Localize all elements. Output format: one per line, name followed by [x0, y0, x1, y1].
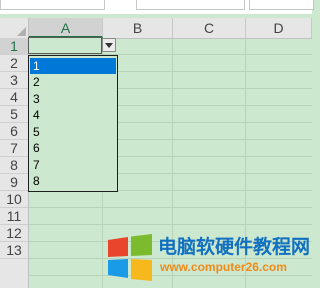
chevron-down-icon — [105, 43, 113, 48]
row-header-8[interactable]: 8 — [0, 157, 28, 174]
formula-bar-area — [0, 0, 314, 14]
dropdown-option-6[interactable]: 6 — [30, 140, 116, 156]
windows-logo-icon — [108, 234, 152, 281]
formula-input-extension[interactable] — [249, 0, 314, 10]
row-header-9[interactable]: 9 — [0, 174, 28, 191]
gridline — [29, 224, 312, 225]
dropdown-option-2[interactable]: 2 — [30, 74, 116, 90]
row-header-12[interactable]: 12 — [0, 225, 28, 242]
column-header-row: A B C D — [0, 18, 312, 39]
dropdown-option-3[interactable]: 3 — [30, 91, 116, 107]
watermark-url: www.computer26.com — [160, 260, 287, 274]
validation-dropdown-list: 1 2 3 4 5 6 7 8 — [28, 55, 118, 192]
formula-input[interactable] — [136, 0, 245, 10]
logo-yellow-pane — [131, 259, 152, 281]
gridline — [29, 275, 312, 276]
dropdown-option-8[interactable]: 8 — [30, 173, 116, 189]
row-header-5[interactable]: 5 — [0, 106, 28, 123]
column-header-a[interactable]: A — [29, 18, 103, 38]
row-header-10[interactable]: 10 — [0, 191, 28, 208]
dropdown-option-5[interactable]: 5 — [30, 124, 116, 140]
row-header-2[interactable]: 2 — [0, 55, 28, 72]
row-header-13[interactable]: 13 — [0, 242, 28, 259]
row-header-7[interactable]: 7 — [0, 140, 28, 157]
column-header-d[interactable]: D — [246, 18, 312, 38]
column-header-b[interactable]: B — [103, 18, 173, 38]
row-header-11[interactable]: 11 — [0, 208, 28, 225]
active-cell-a1[interactable] — [28, 37, 102, 54]
row-header-6[interactable]: 6 — [0, 123, 28, 140]
select-all-triangle-icon — [17, 27, 26, 36]
dropdown-option-1[interactable]: 1 — [30, 58, 116, 74]
row-header-4[interactable]: 4 — [0, 89, 28, 106]
logo-blue-pane — [108, 259, 128, 278]
dropdown-option-4[interactable]: 4 — [30, 107, 116, 123]
column-header-c[interactable]: C — [173, 18, 246, 38]
watermark-title: 电脑软硬件教程网 — [158, 237, 311, 258]
row-header-1[interactable]: 1 — [0, 38, 28, 55]
logo-red-pane — [108, 237, 128, 257]
logo-green-pane — [131, 234, 152, 256]
row-header-3[interactable]: 3 — [0, 72, 28, 89]
gridline — [29, 207, 312, 208]
name-box[interactable] — [0, 0, 105, 10]
dropdown-arrow-button[interactable] — [102, 38, 116, 52]
row-header-column: 1 2 3 4 5 6 7 8 9 10 11 12 13 — [0, 38, 29, 288]
select-all-corner[interactable] — [0, 18, 29, 38]
dropdown-option-7[interactable]: 7 — [30, 157, 116, 173]
